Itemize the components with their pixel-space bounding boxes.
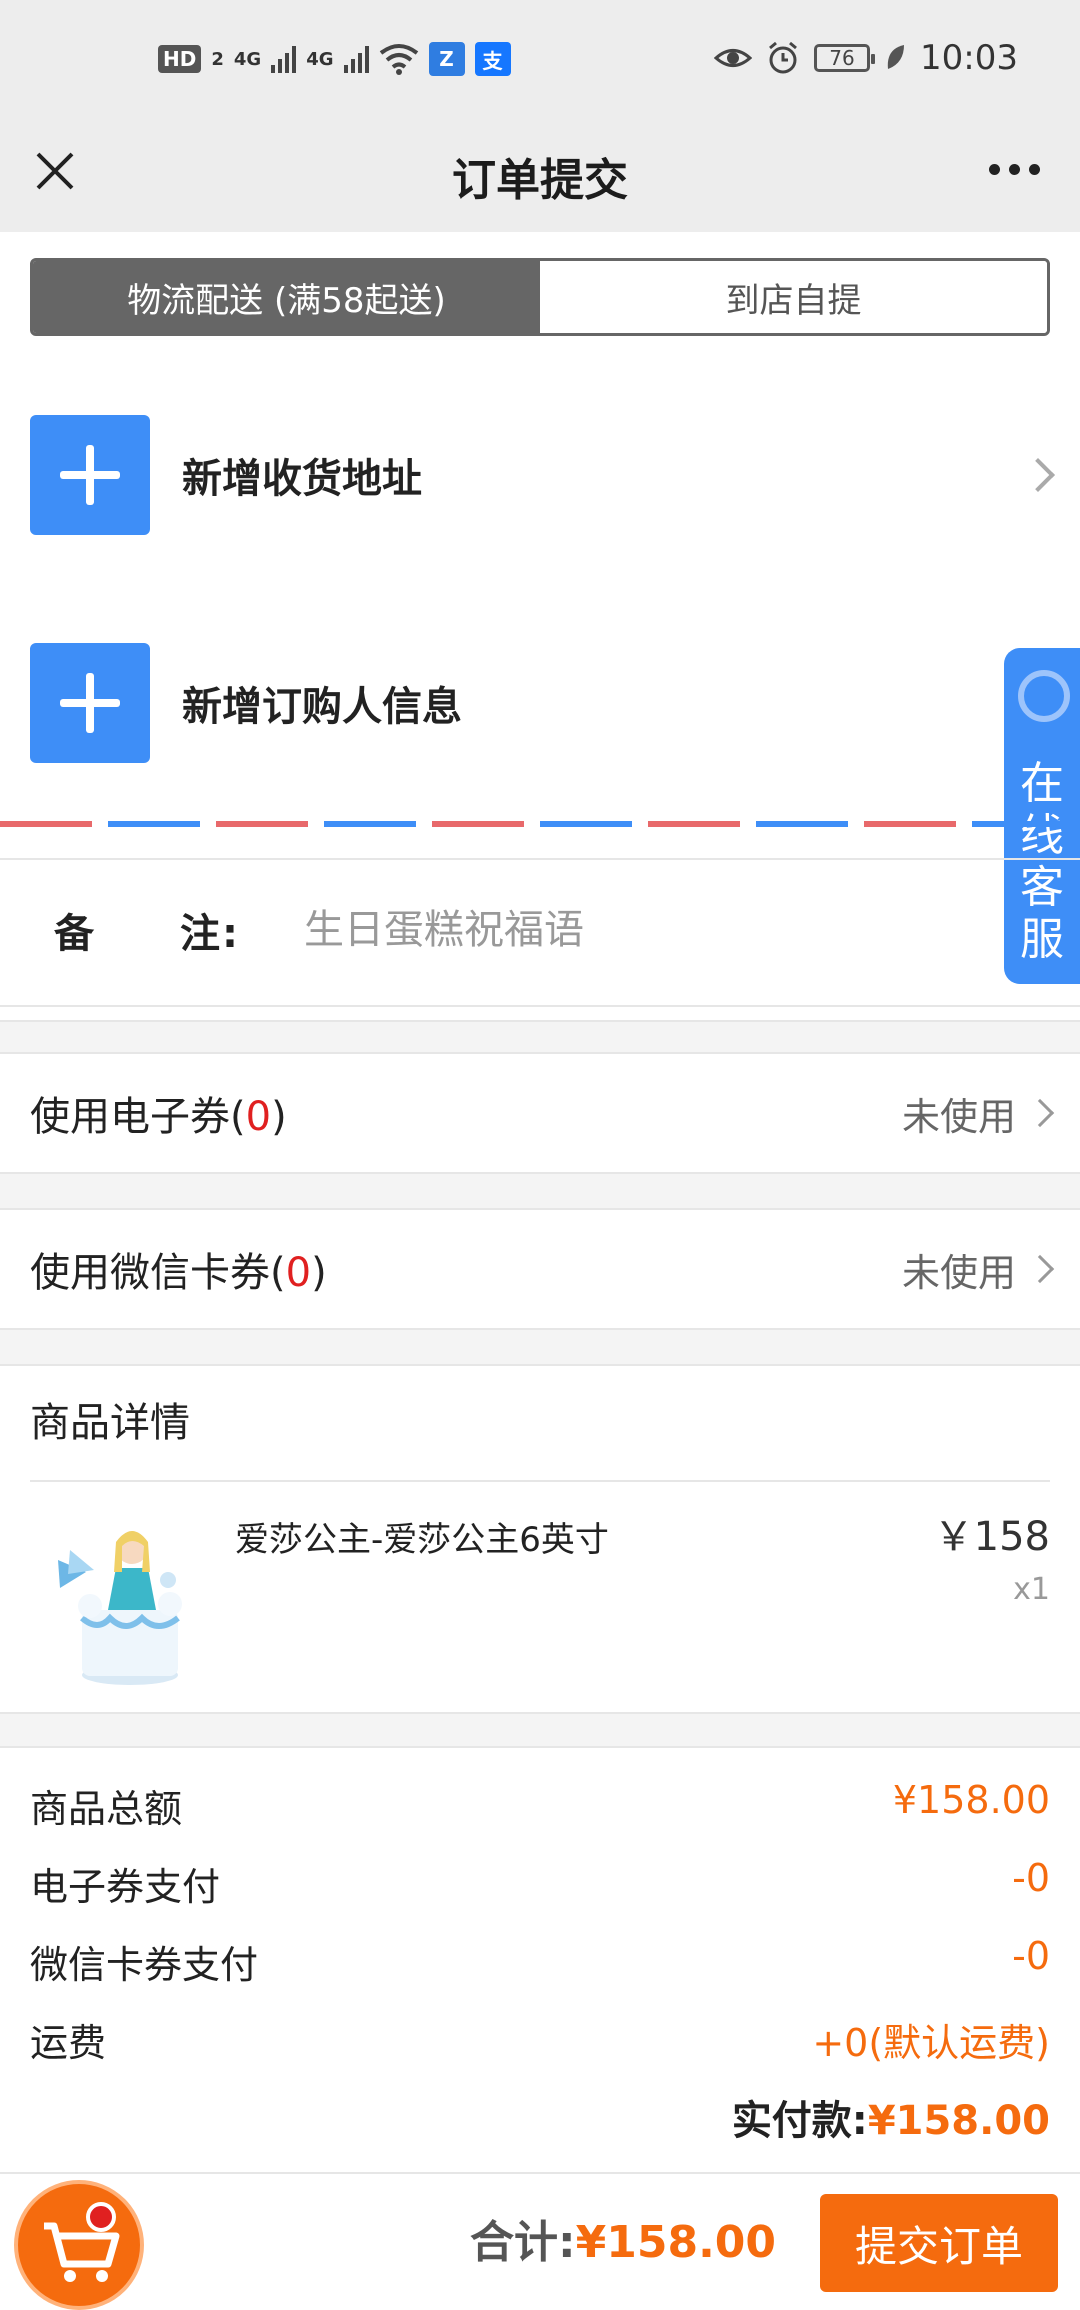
wechat-coupon-label: 使用微信卡券(0) [30,1250,327,1296]
bottom-total-value: ¥158.00 [575,2217,777,2268]
paid-label: 实付款: [731,2098,868,2144]
summary-value: -0 [1012,1856,1050,1900]
summary-row-wechat-coupon: 微信卡券支付 -0 [30,1934,1050,1994]
tab-logistics-delivery[interactable]: 物流配送 (满58起送) [33,261,540,333]
product-item: 爱莎公主-爱莎公主6英寸 ￥158 x1 [30,1480,1050,1712]
wechat-coupon-row[interactable]: 使用微信卡券(0) 未使用 [0,1210,1080,1328]
section-gap [0,1172,1080,1210]
section-gap [0,1020,1080,1054]
page-title: 订单提交 [452,155,628,206]
summary-value: ¥158.00 [892,1778,1050,1822]
battery-icon: 76 [814,44,876,72]
note-row: 备 注: [0,860,1000,1000]
summary-value: +0(默认运费) [812,2021,1050,2065]
product-section-title: 商品详情 [30,1400,190,1446]
tab-store-pickup[interactable]: 到店自提 [540,261,1047,333]
summary-paid-total: 实付款:¥158.00 [732,2088,1050,2146]
clock-time: 10:03 [920,38,1018,78]
e-coupon-label: 使用电子券(0) [30,1094,287,1140]
note-input[interactable] [304,907,904,953]
add-address-label: 新增收货地址 [182,456,422,502]
e-coupon-status: 未使用 [901,1094,1016,1139]
bottom-total-label: 合计: [470,2217,576,2268]
app-icon: Z [428,42,465,76]
more-icon[interactable] [989,164,1040,175]
hd-sub-label: 2 [211,48,224,70]
plus-icon [30,415,150,535]
nav-bar: 订单提交 [0,124,1080,232]
online-service-button[interactable]: 在线客服 [1004,648,1080,984]
summary-label: 微信卡券支付 [30,1943,259,1987]
airmail-divider [0,821,1080,827]
add-buyer-label: 新增订购人信息 [182,684,462,730]
submit-order-button[interactable]: 提交订单 [820,2194,1058,2292]
note-label: 备 注: [54,911,240,957]
summary-label: 运费 [30,2021,107,2065]
summary-value: -0 [1012,1934,1050,1978]
chevron-right-icon [1025,1098,1055,1128]
cart-badge-icon [86,2202,116,2232]
product-price: ￥158 [933,1514,1050,1560]
status-right-icons: 76 10:03 [714,38,1018,78]
plus-icon [30,643,150,763]
leaf-icon [887,45,905,69]
chevron-right-icon [1021,458,1055,492]
wechat-coupon-count: 0 [285,1250,312,1296]
e-coupon-row[interactable]: 使用电子券(0) 未使用 [0,1054,1080,1172]
add-address-row[interactable]: 新增收货地址 [30,415,1055,535]
divider [0,1005,1080,1007]
summary-row-e-coupon: 电子券支付 -0 [30,1856,1050,1916]
alipay-icon: 支 [474,42,511,76]
status-left-icons: HD 2 4G 4G Z 支 [158,42,511,76]
eye-icon [714,49,753,67]
wechat-coupon-status: 未使用 [901,1250,1016,1295]
signal-icon [343,45,369,73]
bottom-total: 合计:¥158.00 [470,2206,776,2270]
headset-icon [1018,670,1070,722]
alarm-icon [769,41,797,74]
product-name: 爱莎公主-爱莎公主6英寸 [235,1520,609,1560]
status-bar: HD 2 4G 4G Z 支 76 10:03 [0,0,1080,124]
network-type-1: 4G [233,48,262,70]
cart-icon [44,2222,120,2282]
chevron-right-icon [1025,1254,1055,1284]
summary-label: 商品总额 [30,1787,183,1831]
section-gap [0,1712,1080,1748]
cart-button[interactable] [14,2180,144,2310]
online-service-label: 在线客服 [1020,758,1064,965]
wifi-icon [379,44,418,75]
delivery-tabs: 物流配送 (满58起送) 到店自提 [30,258,1050,336]
add-buyer-row[interactable]: 新增订购人信息 [30,643,1050,763]
e-coupon-count: 0 [245,1094,272,1140]
product-quantity: x1 [1013,1572,1050,1607]
product-image [58,1531,182,1685]
summary-label: 电子券支付 [30,1865,221,1909]
section-gap [0,1328,1080,1366]
summary-row-shipping: 运费 +0(默认运费) [30,2012,1050,2072]
hd-icon: HD [158,45,202,73]
paid-value: ¥158.00 [867,2098,1050,2144]
signal-icon [271,45,297,73]
summary-row-goods-total: 商品总额 ¥158.00 [30,1778,1050,1838]
network-type-2: 4G [306,48,334,70]
